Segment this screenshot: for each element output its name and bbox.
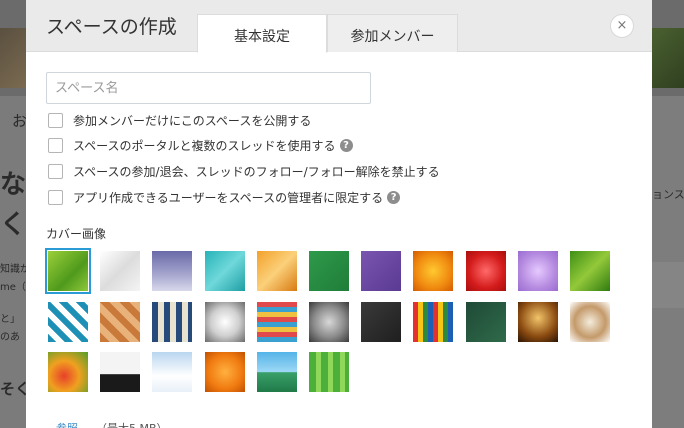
option-members-only[interactable]: 参加メンバーだけにこのスペースを公開する xyxy=(48,111,311,129)
close-button[interactable]: × xyxy=(610,14,634,38)
option-portal-threads[interactable]: スペースのポータルと複数のスレッドを使用する ? xyxy=(48,136,353,154)
background-text: お xyxy=(12,112,28,130)
background-right-column xyxy=(652,96,684,428)
cover-image-green-leaf[interactable] xyxy=(570,251,610,291)
browse-link[interactable]: 参照 xyxy=(56,420,78,428)
cover-image-colored-pencils[interactable] xyxy=(413,301,454,342)
cover-image-label: カバー画像 xyxy=(46,227,107,241)
background-text: と」 xyxy=(0,314,20,325)
cover-image-bamboo[interactable] xyxy=(309,352,349,392)
dialog-header: スペースの作成 参加メンバー 基本設定 × xyxy=(26,0,652,53)
option-disallow-join-follow[interactable]: スペースの参加/退会、スレッドのフォロー/フォロー解除を禁止する xyxy=(48,162,440,180)
cover-image-orange-texture[interactable] xyxy=(256,251,297,291)
cover-image-colored-books[interactable] xyxy=(256,301,297,342)
option-label: アプリ作成できるユーザーをスペースの管理者に限定する xyxy=(73,190,384,205)
background-image-left xyxy=(0,28,26,88)
help-icon[interactable]: ? xyxy=(339,138,353,152)
cover-image-wood-weave[interactable] xyxy=(100,301,141,342)
dialog-title: スペースの作成 xyxy=(46,16,177,38)
cover-image-snowy-trees[interactable] xyxy=(152,352,193,392)
cover-image-lightbulb-sketch[interactable] xyxy=(465,301,506,342)
cover-image-red-flower[interactable] xyxy=(465,251,506,291)
checkbox[interactable] xyxy=(48,189,63,205)
cover-image-white-crystal[interactable] xyxy=(100,251,141,291)
cover-image-palm-beach[interactable] xyxy=(256,352,297,392)
background-text: のあ xyxy=(0,332,20,343)
option-label: 参加メンバーだけにこのスペースを公開する xyxy=(73,113,312,128)
cover-image-lavender-gradient[interactable] xyxy=(152,251,193,291)
cover-image-orange-flower[interactable] xyxy=(413,251,454,291)
tab-members[interactable]: 参加メンバー xyxy=(327,14,458,52)
background-text: ョンス xyxy=(652,188,684,201)
help-icon[interactable]: ? xyxy=(387,190,401,204)
checkbox[interactable] xyxy=(48,137,63,153)
background-text: 知識が xyxy=(0,264,26,275)
cover-image-night-silhouette[interactable] xyxy=(100,352,141,392)
background-text: me（ xyxy=(0,282,26,293)
cover-image-vegetables[interactable] xyxy=(48,352,88,392)
background-text: く xyxy=(0,210,27,240)
background-text: そく xyxy=(0,380,26,398)
cover-image-green-abstract[interactable] xyxy=(45,248,91,294)
checkbox[interactable] xyxy=(48,112,63,128)
background-image-right xyxy=(652,28,684,88)
file-size-note: （最大5 MB） xyxy=(96,420,168,428)
cover-image-green-fabric[interactable] xyxy=(309,251,349,291)
cover-image-violet-petals[interactable] xyxy=(517,251,558,291)
cover-image-machinery[interactable] xyxy=(309,301,349,342)
cover-image-amber-glow[interactable] xyxy=(517,301,558,342)
background-right-band xyxy=(652,262,684,308)
tab-basic-settings[interactable]: 基本設定 xyxy=(197,14,327,53)
cover-image-chalkboard-doodles[interactable] xyxy=(361,301,402,342)
space-name-input[interactable] xyxy=(46,72,371,104)
cover-image-compass[interactable] xyxy=(204,301,245,342)
close-icon: × xyxy=(616,18,628,33)
cover-image-latte-art[interactable] xyxy=(570,301,610,342)
option-label: スペースのポータルと複数のスレッドを使用する xyxy=(73,138,336,153)
cover-image-orange-fruit[interactable] xyxy=(204,352,245,392)
create-space-dialog: スペースの作成 参加メンバー 基本設定 × 参加メンバーだけにこのスペースを公開… xyxy=(26,0,652,428)
cover-image-cyan-tiles[interactable] xyxy=(48,301,88,342)
option-label: スペースの参加/退会、スレッドのフォロー/フォロー解除を禁止する xyxy=(73,164,440,179)
background-text: な xyxy=(0,170,27,200)
cover-image-mosaic-tiles[interactable] xyxy=(152,301,193,342)
cover-image-purple-fabric[interactable] xyxy=(361,251,402,291)
option-restrict-app-creators[interactable]: アプリ作成できるユーザーをスペースの管理者に限定する ? xyxy=(48,188,401,206)
checkbox[interactable] xyxy=(48,163,63,179)
cover-image-teal-water[interactable] xyxy=(204,251,245,291)
